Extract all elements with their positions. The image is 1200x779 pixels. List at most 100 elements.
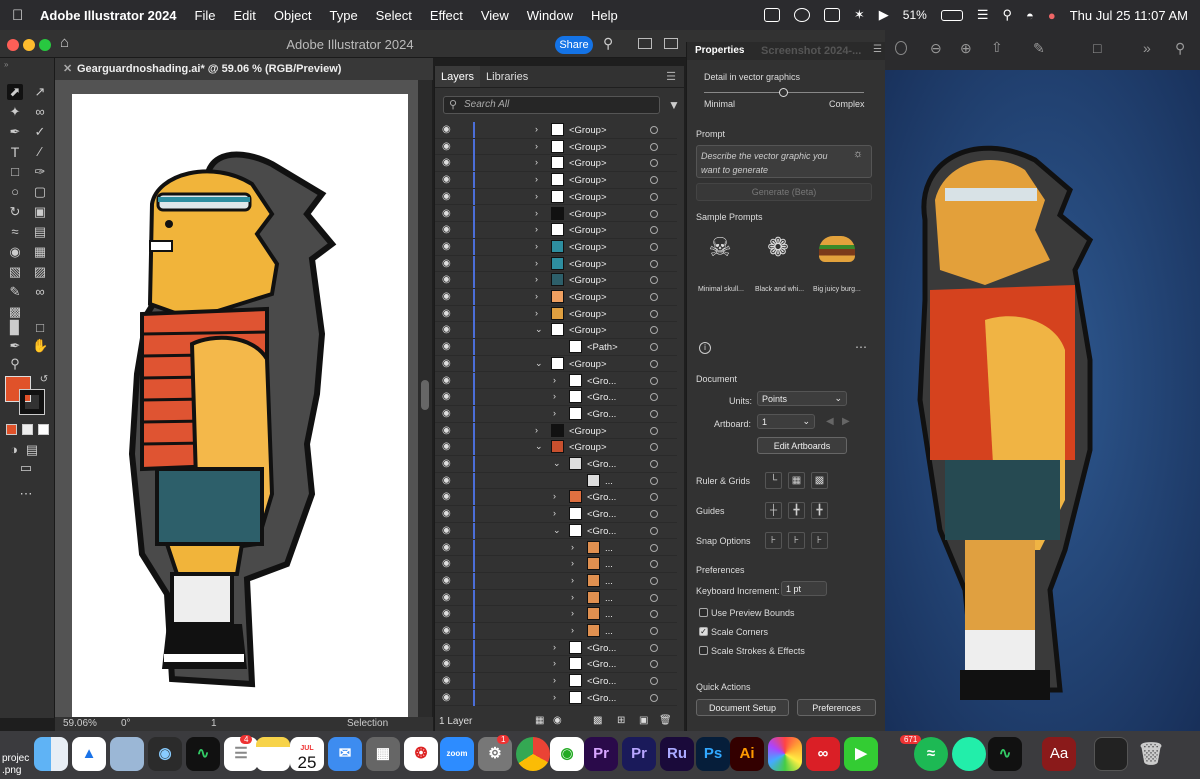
- photoshop-icon[interactable]: Ps: [696, 737, 730, 771]
- layer-row[interactable]: ◉ › <Group>: [435, 238, 677, 256]
- layer-row[interactable]: ◉ › <Group>: [435, 222, 677, 239]
- layer-row[interactable]: ◉ ⌄ <Gro...: [435, 456, 677, 473]
- quicktime-icon[interactable]: ◉: [148, 737, 182, 771]
- tab-layers[interactable]: Layers: [435, 66, 481, 87]
- layer-row[interactable]: ◉ ⌄ <Group>: [435, 439, 677, 456]
- chevron-right-icon[interactable]: ›: [553, 391, 556, 401]
- edit-artboards-button[interactable]: Edit Artboards: [757, 437, 847, 454]
- target-circle-icon[interactable]: [650, 460, 658, 468]
- artboard-prev-icon[interactable]: ◀: [826, 416, 834, 427]
- target-circle-icon[interactable]: [650, 476, 658, 485]
- target-circle-icon[interactable]: [650, 209, 658, 218]
- layer-row[interactable]: ◉ ⌄ <Group>: [435, 322, 677, 340]
- layer-row[interactable]: ◉ › <Group>: [435, 138, 677, 156]
- eyedropper-icon[interactable]: ✎: [7, 284, 23, 300]
- share-icon[interactable]: ⇧: [991, 39, 1003, 56]
- spotify-icon[interactable]: ≈: [914, 737, 948, 771]
- artboard-select[interactable]: 1 ⌄: [757, 414, 815, 429]
- stocks-icon[interactable]: ∿: [186, 737, 220, 771]
- warp-tool-icon[interactable]: ≈: [7, 224, 23, 240]
- layer-row[interactable]: ◉ › <Gro...: [435, 372, 677, 390]
- artboard-tool-icon[interactable]: □: [32, 320, 48, 336]
- new-layer-icon[interactable]: ⊞: [617, 715, 625, 726]
- chevron-right-icon[interactable]: ›: [535, 425, 538, 435]
- collapse-toolbar-icon[interactable]: »: [4, 60, 8, 69]
- target-circle-icon[interactable]: [650, 326, 658, 335]
- target-circle-icon[interactable]: [650, 426, 658, 435]
- stroke-color-swatch[interactable]: [19, 389, 45, 415]
- premiere-rush-icon[interactable]: Ru: [660, 737, 694, 771]
- visibility-eye-icon[interactable]: ◉: [442, 375, 451, 386]
- smart-guides-icon[interactable]: ╋: [811, 502, 828, 519]
- target-circle-icon[interactable]: [650, 293, 658, 301]
- layer-row[interactable]: ◉ ⌄ <Group>: [435, 355, 677, 373]
- visibility-eye-icon[interactable]: ◉: [442, 491, 451, 502]
- use-preview-bounds-label[interactable]: Use Preview Bounds: [711, 608, 795, 618]
- search-icon[interactable]: ⚲: [603, 35, 613, 52]
- draw-behind-icon[interactable]: ▤: [24, 442, 40, 458]
- snap-to-point-icon[interactable]: ⊦: [765, 532, 782, 549]
- sidebar-toggle-icon[interactable]: [895, 41, 907, 55]
- artboard[interactable]: [72, 94, 408, 724]
- target-circle-icon[interactable]: [650, 226, 658, 235]
- rotate-icon[interactable]: □: [1093, 40, 1101, 56]
- trash-icon[interactable]: 🗑: [1134, 737, 1168, 771]
- layer-row[interactable]: ◉ › <Group>: [435, 155, 677, 173]
- live-paint-icon[interactable]: ▦: [32, 244, 48, 260]
- chevron-right-icon[interactable]: ›: [571, 558, 574, 568]
- gradient-mode-icon[interactable]: [22, 424, 33, 435]
- panel-menu-icon[interactable]: ☰: [658, 66, 684, 87]
- close-document-icon[interactable]: ✕: [63, 62, 72, 75]
- menu-object[interactable]: Object: [274, 8, 312, 23]
- target-circle-icon[interactable]: [650, 276, 658, 285]
- visibility-eye-icon[interactable]: ◉: [442, 141, 451, 152]
- scale-strokes-label[interactable]: Scale Strokes & Effects: [711, 646, 805, 656]
- symbol-sprayer-icon[interactable]: ▩: [7, 304, 23, 320]
- visibility-eye-icon[interactable]: ◉: [442, 642, 451, 653]
- edit-toolbar-icon[interactable]: ⋯: [18, 486, 34, 502]
- tab-properties[interactable]: Properties: [695, 45, 744, 56]
- chevron-right-icon[interactable]: ›: [553, 658, 556, 668]
- chevron-down-icon[interactable]: ⌄: [535, 324, 543, 335]
- chevron-right-icon[interactable]: ›: [535, 191, 538, 201]
- menu-app-name[interactable]: Adobe Illustrator 2024: [40, 8, 177, 23]
- none-mode-icon[interactable]: [38, 424, 49, 435]
- visibility-eye-icon[interactable]: ◉: [442, 391, 451, 402]
- zoom-level-field[interactable]: 59.06%: [63, 718, 97, 729]
- zoom-in-icon[interactable]: ⊕: [960, 40, 972, 57]
- more-options-icon[interactable]: ⋯: [855, 340, 867, 354]
- chevron-right-icon[interactable]: ›: [553, 375, 556, 385]
- rotation-field[interactable]: 0°: [121, 718, 131, 729]
- layer-row[interactable]: ◉ › <Gro...: [435, 389, 677, 406]
- spotlight-search-icon[interactable]: ⚲: [1002, 7, 1012, 23]
- keyboard-icon[interactable]: [823, 8, 840, 22]
- collect-icon[interactable]: ▣: [639, 715, 648, 726]
- draw-mode-icon[interactable]: ◑: [6, 442, 22, 458]
- activity-monitor-icon[interactable]: ∿: [988, 737, 1022, 771]
- chevron-right-icon[interactable]: ›: [553, 642, 556, 652]
- prompt-input[interactable]: Describe the vector graphic you want to …: [696, 145, 872, 178]
- chevron-right-icon[interactable]: ›: [571, 592, 574, 602]
- chevron-down-icon[interactable]: ⌄: [535, 358, 543, 369]
- character-artwork[interactable]: [72, 94, 408, 724]
- scroll-thumb[interactable]: [421, 380, 429, 410]
- visibility-eye-icon[interactable]: ◉: [442, 241, 451, 252]
- visibility-eye-icon[interactable]: ◉: [442, 625, 451, 636]
- sample-bird-label[interactable]: Black and whi...: [755, 286, 804, 293]
- visibility-eye-icon[interactable]: ◉: [442, 358, 451, 369]
- lock-guides-icon[interactable]: ╋: [788, 502, 805, 519]
- chevron-right-icon[interactable]: ›: [535, 291, 538, 301]
- visibility-eye-icon[interactable]: ◉: [442, 441, 451, 452]
- visibility-eye-icon[interactable]: ◉: [442, 525, 451, 536]
- eraser-icon[interactable]: ▢: [32, 184, 48, 200]
- new-sublayer-icon[interactable]: ▩: [593, 715, 602, 726]
- visibility-eye-icon[interactable]: ◉: [442, 124, 451, 135]
- sample-burger-label[interactable]: Big juicy burg...: [813, 286, 861, 293]
- layer-row[interactable]: ◉ › <Group>: [435, 188, 677, 206]
- snap-to-glyph-icon[interactable]: ⊦: [811, 532, 828, 549]
- control-center-icon[interactable]: ◓: [1026, 8, 1034, 23]
- sample-skull-label[interactable]: Minimal skull...: [698, 286, 744, 293]
- chevron-right-icon[interactable]: ›: [535, 258, 538, 268]
- artboard-nav-field[interactable]: 1: [211, 718, 217, 729]
- visibility-eye-icon[interactable]: ◉: [442, 308, 451, 319]
